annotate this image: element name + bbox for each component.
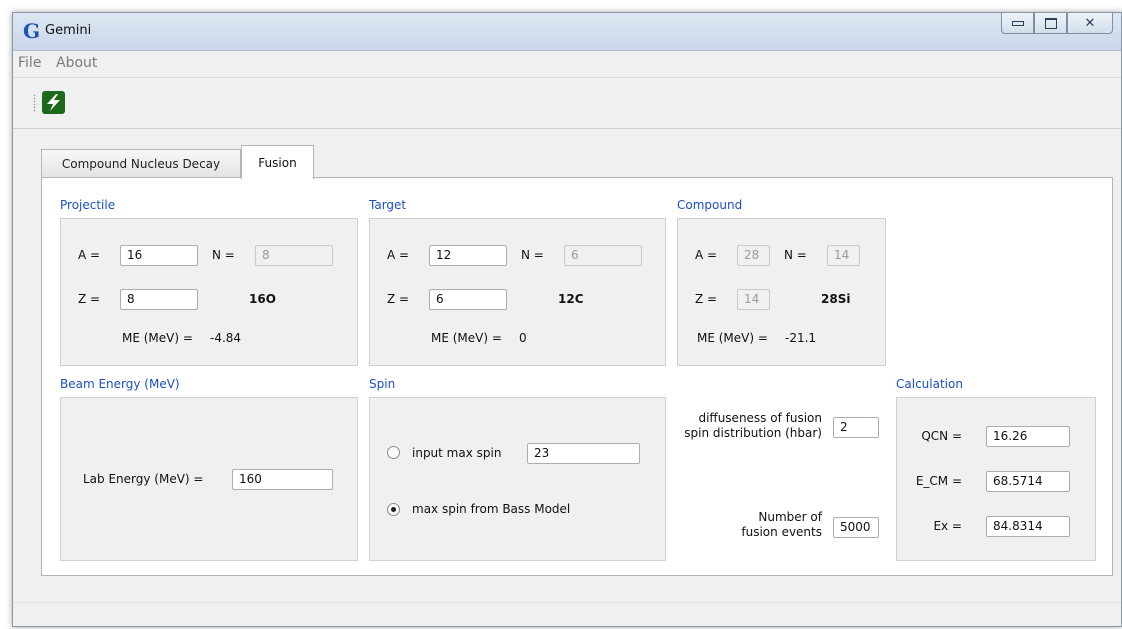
qcn-label: QCN =	[921, 429, 962, 443]
compound-a-label: A =	[695, 248, 718, 262]
max-spin-input[interactable]: 23	[527, 443, 640, 464]
bass-model-radio[interactable]	[387, 503, 400, 516]
diffuseness-label-line2: spin distribution (hbar)	[684, 426, 822, 440]
menu-file[interactable]: File	[18, 55, 41, 71]
projectile-z-label: Z =	[78, 292, 101, 306]
ex-label: Ex =	[933, 519, 962, 533]
radio-selected-dot	[391, 507, 396, 512]
main-window: G Gemini ✕ File About Compound Nucleus D…	[12, 12, 1122, 627]
lab-energy-label: Lab Energy (MeV) =	[83, 472, 204, 486]
target-z-input[interactable]: 6	[429, 289, 507, 310]
tab-compound-nucleus-decay[interactable]: Compound Nucleus Decay	[41, 149, 241, 177]
projectile-nucleus-symbol: 16O	[249, 292, 276, 306]
ecm-value[interactable]: 68.5714	[986, 471, 1070, 492]
projectile-n-field: 8	[255, 245, 333, 266]
ecm-label: E_CM =	[915, 474, 962, 488]
projectile-group: A = 16 N = 8 Z = 8 16O ME (MeV) = -4.84	[60, 218, 358, 366]
projectile-a-label: A =	[78, 248, 101, 262]
toolbar-grip[interactable]	[33, 94, 36, 112]
projectile-me-value: -4.84	[210, 331, 242, 345]
projectile-z-input[interactable]: 8	[120, 289, 198, 310]
target-group: A = 12 N = 6 Z = 6 12C ME (MeV) = 0	[369, 218, 666, 366]
input-max-spin-label[interactable]: input max spin	[412, 446, 501, 460]
qcn-value[interactable]: 16.26	[986, 426, 1070, 447]
projectile-a-input[interactable]: 16	[120, 245, 198, 266]
status-bar	[13, 602, 1121, 627]
target-nucleus-symbol: 12C	[558, 292, 584, 306]
compound-a-field: 28	[737, 245, 770, 266]
compound-n-field: 14	[827, 245, 860, 266]
compound-n-label: N =	[784, 248, 807, 262]
target-z-label: Z =	[387, 292, 410, 306]
target-n-label: N =	[521, 248, 544, 262]
compound-me-label: ME (MeV) =	[697, 331, 768, 345]
target-n-field: 6	[564, 245, 642, 266]
maximize-icon	[1044, 17, 1057, 29]
run-button[interactable]	[42, 91, 65, 114]
menu-about[interactable]: About	[56, 55, 97, 71]
minimize-button[interactable]	[1001, 13, 1034, 34]
window-title: Gemini	[45, 23, 92, 38]
maximize-button[interactable]	[1034, 13, 1067, 34]
bass-model-label[interactable]: max spin from Bass Model	[412, 502, 570, 516]
ex-value[interactable]: 84.8314	[986, 516, 1070, 537]
projectile-group-title: Projectile	[60, 198, 116, 212]
target-a-input[interactable]: 12	[429, 245, 507, 266]
compound-z-field: 14	[737, 289, 770, 310]
spin-group: input max spin 23 max spin from Bass Mod…	[369, 397, 666, 561]
minimize-icon	[1011, 20, 1024, 26]
diffuseness-input[interactable]: 2	[833, 417, 879, 438]
fusion-events-label-line1: Number of	[758, 510, 822, 524]
tab-fusion[interactable]: Fusion	[241, 145, 314, 179]
input-max-spin-radio[interactable]	[387, 446, 400, 459]
target-me-label: ME (MeV) =	[431, 331, 502, 345]
diffuseness-label-line1: diffuseness of fusion	[698, 411, 822, 425]
target-group-title: Target	[369, 198, 407, 212]
lab-energy-input[interactable]: 160	[232, 469, 333, 490]
spin-group-title: Spin	[369, 377, 396, 391]
fusion-tab-panel: Projectile A = 16 N = 8 Z = 8 16O ME (Me…	[41, 177, 1113, 576]
calculation-group-title: Calculation	[896, 377, 963, 391]
compound-group: A = 28 N = 14 Z = 14 28Si ME (MeV) = -21…	[677, 218, 886, 366]
menu-bar: File About	[13, 51, 1121, 78]
target-me-value: 0	[519, 331, 527, 345]
lightning-bolt-icon	[47, 94, 60, 111]
beam-group-title: Beam Energy (MeV)	[60, 377, 180, 391]
app-logo-icon: G	[23, 19, 41, 43]
fusion-events-input[interactable]: 5000	[833, 517, 879, 538]
projectile-me-label: ME (MeV) =	[122, 331, 193, 345]
title-bar[interactable]: G Gemini ✕	[13, 13, 1121, 51]
projectile-n-label: N =	[212, 248, 235, 262]
close-icon: ✕	[1084, 15, 1096, 31]
calculation-group: QCN = 16.26 E_CM = 68.5714 Ex = 84.8314	[896, 397, 1096, 561]
compound-group-title: Compound	[677, 198, 743, 212]
compound-z-label: Z =	[695, 292, 718, 306]
toolbar	[13, 78, 1121, 129]
compound-nucleus-symbol: 28Si	[821, 292, 851, 306]
close-button[interactable]: ✕	[1067, 13, 1113, 34]
window-controls: ✕	[1001, 13, 1113, 35]
beam-energy-group: Lab Energy (MeV) = 160	[60, 397, 358, 561]
target-a-label: A =	[387, 248, 410, 262]
compound-me-value: -21.1	[785, 331, 817, 345]
fusion-events-label-line2: fusion events	[741, 525, 822, 539]
